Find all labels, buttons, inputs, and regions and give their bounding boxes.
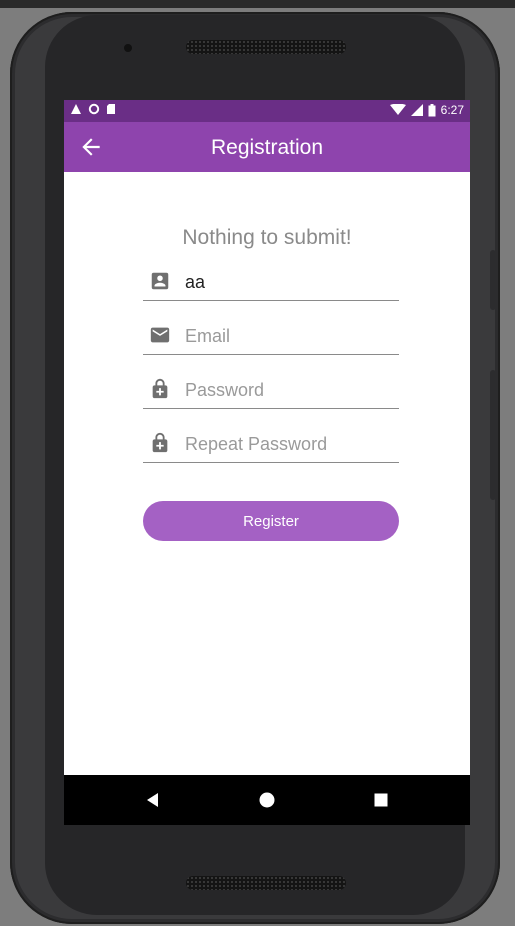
- status-time: 6:27: [440, 103, 464, 117]
- page-title: Registration: [210, 136, 324, 159]
- repeat-password-input[interactable]: [185, 430, 395, 458]
- circle-icon: [88, 103, 100, 115]
- person-icon: [151, 272, 169, 290]
- form-message: Nothing to submit!: [182, 226, 352, 249]
- email-field[interactable]: [143, 320, 399, 355]
- sd-card-icon: [107, 104, 115, 114]
- register-button[interactable]: Register: [143, 501, 399, 541]
- warning-icon: [71, 104, 81, 114]
- mail-icon: [150, 327, 170, 343]
- signal-icon: [410, 104, 423, 116]
- password-input[interactable]: [185, 376, 395, 404]
- username-input[interactable]: [185, 268, 395, 296]
- device-screen: 6:27 Registration Nothing to submit! Reg…: [64, 100, 470, 825]
- front-camera: [124, 44, 132, 52]
- power-button[interactable]: [490, 250, 496, 310]
- username-field[interactable]: [143, 266, 399, 301]
- window-top-strip: [0, 0, 515, 8]
- status-bar: 6:27: [64, 100, 470, 122]
- volume-button[interactable]: [490, 370, 496, 500]
- recents-square-icon[interactable]: [370, 789, 392, 811]
- repeat-password-field[interactable]: [143, 428, 399, 463]
- lock-icon: [152, 432, 168, 453]
- lock-icon: [152, 378, 168, 399]
- email-input[interactable]: [185, 322, 395, 350]
- home-circle-icon[interactable]: [256, 789, 278, 811]
- app-bar: Registration: [64, 122, 470, 172]
- back-triangle-icon[interactable]: [142, 789, 164, 811]
- battery-icon: [428, 103, 436, 116]
- bottom-speaker: [186, 876, 346, 890]
- password-field[interactable]: [143, 374, 399, 409]
- android-nav-bar: [64, 775, 470, 825]
- earpiece-speaker: [186, 40, 346, 54]
- wifi-icon: [389, 104, 406, 115]
